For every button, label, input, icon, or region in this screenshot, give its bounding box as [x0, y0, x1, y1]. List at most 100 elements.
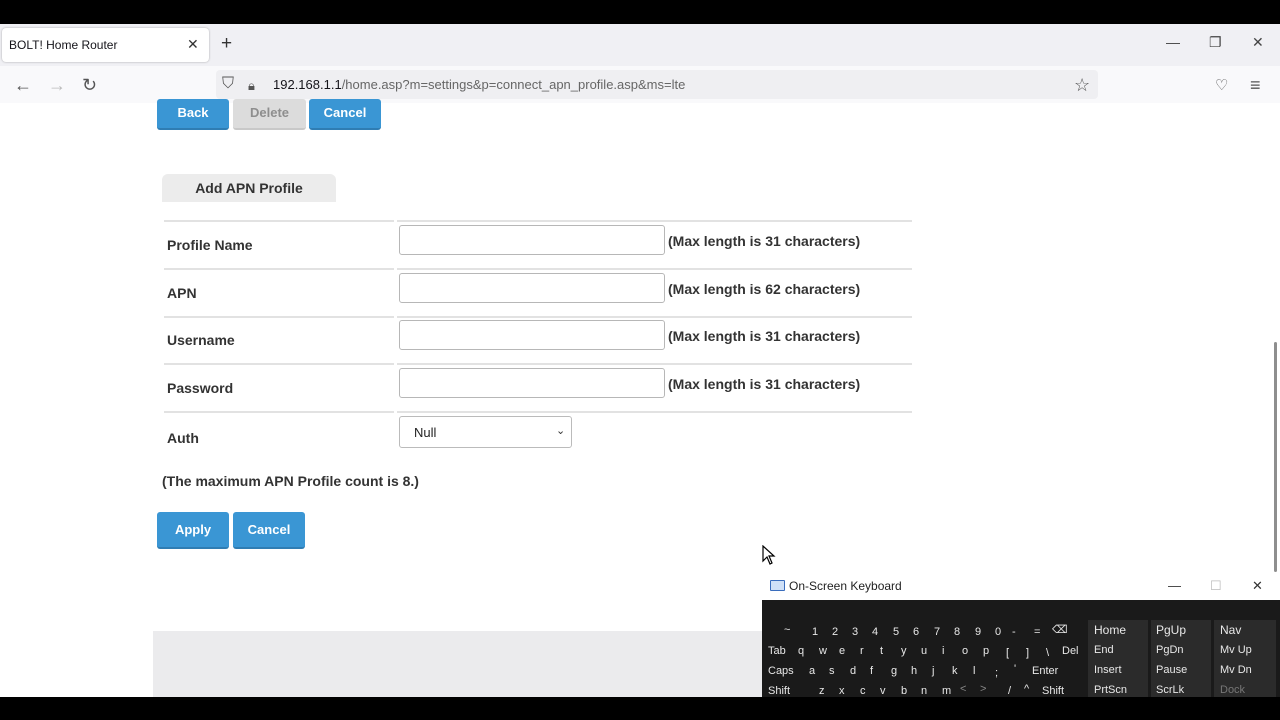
osk-key[interactable]: ]: [1026, 647, 1029, 659]
osk-key[interactable]: c: [860, 685, 866, 697]
osk-key[interactable]: t: [880, 645, 883, 657]
osk-key[interactable]: y: [901, 645, 907, 657]
username-label: Username: [167, 332, 235, 348]
osk-key-prtscn[interactable]: PrtScn: [1094, 684, 1127, 696]
osk-key[interactable]: u: [921, 645, 927, 657]
username-hint: (Max length is 31 characters): [668, 328, 861, 344]
osk-key[interactable]: k: [952, 665, 958, 677]
osk-key[interactable]: b: [901, 685, 907, 697]
back-button[interactable]: Back: [157, 99, 229, 130]
osk-key[interactable]: 9: [975, 626, 981, 638]
osk-key[interactable]: Enter: [1032, 665, 1058, 677]
osk-key[interactable]: /: [1008, 685, 1011, 697]
osk-key[interactable]: [: [1006, 647, 1009, 659]
osk-key[interactable]: ;: [995, 667, 998, 679]
reload-icon[interactable]: ↻: [82, 75, 97, 96]
osk-key[interactable]: v: [880, 685, 886, 697]
osk-key[interactable]: Shift: [768, 685, 790, 697]
osk-key[interactable]: Del: [1062, 645, 1079, 657]
osk-key[interactable]: a: [809, 665, 815, 677]
pocket-icon[interactable]: ♡: [1215, 76, 1228, 94]
url-text[interactable]: 192.168.1.1/home.asp?m=settings&p=connec…: [273, 77, 685, 92]
osk-key[interactable]: Shift: [1042, 685, 1064, 697]
osk-minimize-icon[interactable]: —: [1168, 578, 1181, 593]
profile-name-field[interactable]: [399, 225, 665, 255]
osk-key-pgdn[interactable]: PgDn: [1156, 644, 1184, 656]
osk-key[interactable]: 5: [893, 626, 899, 638]
osk-key[interactable]: m: [942, 685, 951, 697]
osk-key[interactable]: 1: [812, 626, 818, 638]
osk-key[interactable]: d: [850, 665, 856, 677]
lock-icon[interactable]: 🔒︎: [248, 78, 255, 94]
osk-key[interactable]: l: [973, 665, 975, 677]
new-tab-icon[interactable]: +: [221, 33, 232, 55]
osk-key-dock[interactable]: Dock: [1220, 684, 1245, 696]
tab-close-icon[interactable]: ✕: [187, 36, 199, 53]
osk-key[interactable]: f: [870, 665, 873, 677]
apply-button[interactable]: Apply: [157, 512, 229, 549]
chevron-down-icon: ⌄: [556, 425, 566, 437]
osk-key[interactable]: 0: [995, 626, 1001, 638]
menu-icon[interactable]: ≡: [1250, 75, 1261, 96]
max-profile-note: (The maximum APN Profile count is 8.): [162, 473, 419, 489]
osk-key[interactable]: >: [980, 683, 986, 695]
osk-key[interactable]: -: [1012, 626, 1016, 638]
osk-close-icon[interactable]: ✕: [1252, 578, 1263, 594]
osk-key[interactable]: <: [960, 683, 966, 695]
apn-field[interactable]: [399, 273, 665, 303]
osk-key-home[interactable]: Home: [1094, 623, 1126, 637]
osk-key[interactable]: 8: [954, 626, 960, 638]
osk-key-scrlk[interactable]: ScrLk: [1156, 684, 1184, 696]
window-restore-icon[interactable]: ❐: [1209, 34, 1222, 51]
backspace-icon[interactable]: ⌫: [1052, 623, 1068, 636]
bottom-cancel-button[interactable]: Cancel: [233, 512, 305, 549]
osk-key-insert[interactable]: Insert: [1094, 664, 1122, 676]
osk-key[interactable]: \: [1046, 647, 1049, 659]
osk-key-pgup[interactable]: PgUp: [1156, 623, 1186, 637]
osk-key[interactable]: 6: [913, 626, 919, 638]
password-field[interactable]: [399, 368, 665, 398]
osk-key[interactable]: n: [921, 685, 927, 697]
osk-key[interactable]: j: [932, 665, 934, 677]
osk-key[interactable]: s: [829, 665, 835, 677]
osk-key[interactable]: Caps: [768, 665, 794, 677]
osk-key[interactable]: h: [911, 665, 917, 677]
osk-key[interactable]: o: [962, 645, 968, 657]
keyboard-icon: [770, 580, 785, 591]
osk-key[interactable]: q: [798, 645, 804, 657]
window-close-icon[interactable]: ✕: [1252, 34, 1264, 51]
osk-key[interactable]: 2: [832, 626, 838, 638]
osk-key[interactable]: 3: [852, 626, 858, 638]
osk-key[interactable]: g: [891, 665, 897, 677]
osk-key[interactable]: 4: [872, 626, 878, 638]
osk-maximize-icon[interactable]: ☐: [1210, 578, 1222, 594]
window-minimize-icon[interactable]: —: [1166, 34, 1180, 50]
osk-key-mvup[interactable]: Mv Up: [1220, 644, 1252, 656]
shield-icon[interactable]: ⛉: [222, 75, 234, 93]
osk-key[interactable]: i: [942, 645, 944, 657]
osk-key-end[interactable]: End: [1094, 644, 1114, 656]
delete-button[interactable]: Delete: [233, 99, 306, 130]
bookmark-star-icon[interactable]: ☆: [1074, 75, 1090, 96]
osk-key[interactable]: ~: [784, 624, 790, 636]
osk-key[interactable]: =: [1034, 626, 1040, 638]
osk-key[interactable]: ^: [1024, 683, 1029, 695]
osk-key-mvdn[interactable]: Mv Dn: [1220, 664, 1252, 676]
osk-key[interactable]: w: [819, 645, 827, 657]
page-scrollbar[interactable]: [1274, 342, 1277, 572]
osk-key[interactable]: 7: [934, 626, 940, 638]
mouse-cursor-icon: [762, 544, 776, 570]
osk-key[interactable]: e: [839, 645, 845, 657]
osk-key[interactable]: z: [819, 685, 825, 697]
osk-key-nav[interactable]: Nav: [1220, 623, 1241, 637]
osk-key[interactable]: r: [860, 645, 864, 657]
osk-key[interactable]: ': [1014, 663, 1016, 675]
osk-key[interactable]: Tab: [768, 645, 786, 657]
top-cancel-button[interactable]: Cancel: [309, 99, 381, 130]
osk-key[interactable]: x: [839, 685, 845, 697]
osk-key[interactable]: p: [983, 645, 989, 657]
username-field[interactable]: [399, 320, 665, 350]
forward-arrow-icon[interactable]: →: [48, 75, 66, 96]
osk-key-pause[interactable]: Pause: [1156, 664, 1187, 676]
back-arrow-icon[interactable]: ←: [14, 75, 32, 96]
